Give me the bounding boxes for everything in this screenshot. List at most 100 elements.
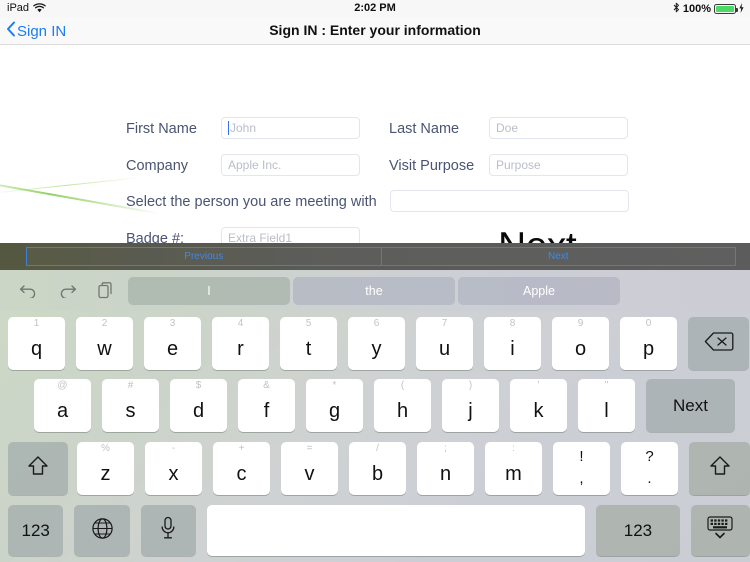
shift-left-key[interactable] [8,442,68,495]
key-z-alt: % [101,443,110,454]
undo-icon[interactable] [18,281,38,301]
predictive-text-bar: I the Apple [0,270,750,311]
first-name-label: First Name [126,121,197,137]
return-key[interactable]: Next [646,379,735,432]
key-p[interactable]: 0 p [620,317,677,370]
key-j-alt: ) [468,380,473,391]
key-v[interactable]: = v [281,442,338,495]
key-e[interactable]: 3 e [144,317,201,370]
key-y[interactable]: 6 y [348,317,405,370]
numeric-switch-left-key[interactable]: 123 [8,505,64,556]
key-s-label: s [125,399,136,422]
visit-purpose-label: Visit Purpose [389,158,475,174]
first-name-input[interactable]: John [221,117,360,139]
key-x[interactable]: - x [145,442,202,495]
key-e-label: e [166,337,179,360]
key-a-alt: @ [57,380,68,391]
globe-key[interactable] [74,505,130,556]
key-a[interactable]: @ a [34,379,91,432]
key-exclamation-comma[interactable]: ! , [553,442,610,495]
dictation-key[interactable] [140,505,197,556]
key-m-alt: : [512,443,515,454]
key-d[interactable]: $ d [170,379,227,432]
globe-icon [91,517,114,545]
key-w-alt: 2 [101,318,108,329]
key-x-label: x [168,462,179,485]
key-x-alt: - [171,443,176,454]
visit-purpose-input[interactable]: Purpose [489,154,628,176]
backspace-icon [704,331,734,357]
key-n-label: n [439,462,452,485]
key-w-label: w [97,337,112,360]
ipad-screen: iPad 2:02 PM 100% Sign IN Sign IN: Ente… [0,0,750,562]
key-exclamation-label: ! [579,448,584,465]
key-question-label: ? [645,448,654,465]
key-m[interactable]: : m [485,442,542,495]
key-r-alt: 4 [237,318,244,329]
background-accent-line-2 [0,177,140,194]
key-q-alt: 1 [33,318,40,329]
key-a-label: a [56,399,69,422]
key-question-period[interactable]: ? . [621,442,678,495]
last-name-input[interactable]: Doe [489,117,628,139]
shift-icon [708,454,732,483]
key-l-label: l [604,399,609,422]
copy-paste-icon[interactable] [96,281,116,301]
next-field-button[interactable]: Next [380,247,736,266]
first-name-placeholder: John [230,121,257,135]
company-input[interactable]: Apple Inc. [221,154,360,176]
key-k[interactable]: ' k [510,379,567,432]
key-n[interactable]: ; n [417,442,474,495]
previous-field-button[interactable]: Previous [26,247,381,266]
key-t-label: t [305,337,312,360]
suggestion-chip-1[interactable]: I [128,276,290,305]
key-j[interactable]: ) j [442,379,499,432]
key-o-label: o [574,337,587,360]
key-c-label: c [236,462,247,485]
key-s[interactable]: # s [102,379,159,432]
status-bar-clock: 2:02 PM [354,2,396,14]
backspace-key[interactable] [688,317,749,370]
key-q[interactable]: 1 q [8,317,65,370]
key-g[interactable]: * g [306,379,363,432]
key-c[interactable]: + c [213,442,270,495]
key-r-label: r [237,337,244,360]
meeting-person-input[interactable] [390,190,629,212]
shift-right-key[interactable] [689,442,750,495]
key-w[interactable]: 2 w [76,317,133,370]
visit-purpose-placeholder: Purpose [496,158,541,172]
key-d-label: d [192,399,205,422]
page-title: Sign IN : Enter your information [269,22,481,38]
key-n-alt: ; [444,443,447,454]
redo-icon[interactable] [57,281,77,301]
key-k-alt: ' [537,380,540,391]
key-o[interactable]: 9 o [552,317,609,370]
key-f[interactable]: & f [238,379,295,432]
navigation-bar: Sign IN Sign IN : Enter your information [0,18,750,45]
key-b[interactable]: / b [349,442,406,495]
key-r[interactable]: 4 r [212,317,269,370]
key-y-alt: 6 [373,318,380,329]
key-z[interactable]: % z [77,442,134,495]
form-area: First Name John Last Name Doe Company Ap… [0,45,750,246]
last-name-label: Last Name [389,121,460,137]
key-e-alt: 3 [169,318,176,329]
numeric-switch-right-key[interactable]: 123 [596,505,680,556]
space-key[interactable] [207,505,586,556]
key-u-label: u [438,337,451,360]
key-b-label: b [371,462,384,485]
key-period-label: . [647,470,652,487]
key-t[interactable]: 5 t [280,317,337,370]
key-i-alt: 8 [509,318,516,329]
key-h[interactable]: ( h [374,379,431,432]
key-v-label: v [304,462,315,485]
key-l[interactable]: " l [578,379,635,432]
key-u[interactable]: 7 u [416,317,473,370]
suggestion-chip-3[interactable]: Apple [458,276,620,305]
company-label: Company [126,158,189,174]
suggestion-chip-2[interactable]: the [293,276,455,305]
key-i[interactable]: 8 i [484,317,541,370]
key-z-label: z [100,462,111,485]
status-bar-right: 100% [673,2,744,16]
dismiss-keyboard-key[interactable] [690,505,750,556]
